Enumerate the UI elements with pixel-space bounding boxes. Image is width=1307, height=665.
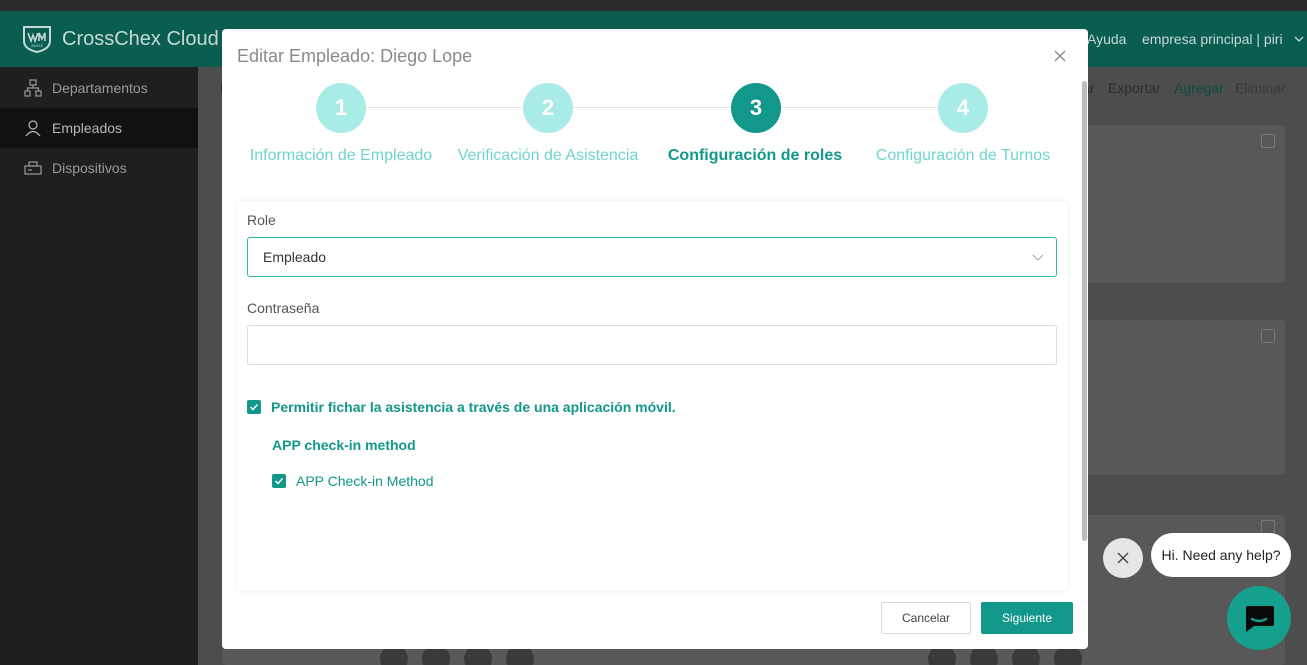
step-1-circle[interactable]: 1 xyxy=(316,83,366,133)
allow-app-checkin-label[interactable]: Permitir fichar la asistencia a través d… xyxy=(271,399,676,415)
sidebar-item-empleados[interactable]: Empleados xyxy=(0,108,198,148)
step-1-label[interactable]: Información de Empleado xyxy=(222,147,461,165)
sidebar-item-label: Departamentos xyxy=(52,80,148,96)
brand-logo-text: ANVIZ xyxy=(31,43,43,48)
card-checkbox[interactable] xyxy=(1261,329,1275,343)
step-2-circle[interactable]: 2 xyxy=(523,83,573,133)
chat-greeting-bubble[interactable]: Hi. Need any help? xyxy=(1151,533,1291,577)
account-menu[interactable]: empresa principal | piri xyxy=(1142,31,1283,47)
allow-app-checkin-checkbox[interactable] xyxy=(247,400,261,414)
sidebar: Departamentos Empleados Dispositivos xyxy=(0,67,198,665)
sidebar-item-label: Empleados xyxy=(52,120,123,136)
step-4-circle[interactable]: 4 xyxy=(938,83,988,133)
window-top-strip xyxy=(0,0,1307,11)
sidebar-item-departamentos[interactable]: Departamentos xyxy=(0,68,198,108)
add-button[interactable]: Agregar xyxy=(1174,80,1224,96)
chevron-down-icon xyxy=(1032,254,1044,261)
sidebar-item-dispositivos[interactable]: Dispositivos xyxy=(0,148,198,188)
chat-dismiss-button[interactable] xyxy=(1103,538,1143,578)
role-select-value: Empleado xyxy=(263,249,327,265)
step-4-label[interactable]: Configuración de Turnos xyxy=(843,147,1083,165)
sidebar-item-label: Dispositivos xyxy=(52,160,127,176)
check-icon xyxy=(249,403,259,411)
role-label: Role xyxy=(247,212,276,228)
step-3-circle[interactable]: 3 xyxy=(731,83,781,133)
next-button[interactable]: Siguiente xyxy=(981,602,1073,634)
delete-button[interactable]: Eliminar xyxy=(1235,80,1286,96)
chevron-down-icon[interactable] xyxy=(1294,34,1304,44)
help-link[interactable]: Ayuda xyxy=(1087,31,1126,47)
step-connector xyxy=(572,107,731,108)
export-button[interactable]: Exportar xyxy=(1108,80,1161,96)
check-icon xyxy=(274,477,284,485)
devices-icon xyxy=(24,161,42,175)
close-icon xyxy=(1117,552,1129,564)
chat-launcher-button[interactable] xyxy=(1227,586,1291,650)
brand-name: CrossChex Cloud xyxy=(62,27,219,50)
card-checkbox[interactable] xyxy=(1261,134,1275,148)
step-connector xyxy=(781,107,938,108)
role-select[interactable]: Empleado xyxy=(247,237,1057,277)
edit-employee-modal: Editar Empleado: Diego Lope 1 2 3 4 Info… xyxy=(222,29,1088,649)
app-checkin-method-checkbox[interactable] xyxy=(272,474,286,488)
chat-icon xyxy=(1246,606,1274,632)
user-icon xyxy=(25,120,41,137)
app-checkin-method-label[interactable]: APP Check-in Method xyxy=(296,473,433,489)
brand[interactable]: ANVIZ CrossChex Cloud xyxy=(22,25,219,53)
anviz-logo-icon: ANVIZ xyxy=(23,26,51,53)
password-field[interactable] xyxy=(247,325,1057,365)
step-3-label[interactable]: Configuración de roles xyxy=(635,147,875,165)
step-connector xyxy=(365,107,522,108)
password-label: Contraseña xyxy=(247,300,320,316)
org-chart-icon xyxy=(24,79,42,97)
app-method-heading: APP check-in method xyxy=(272,437,416,453)
modal-title: Editar Empleado: Diego Lope xyxy=(237,46,473,66)
card-checkbox[interactable] xyxy=(1261,520,1275,534)
close-icon[interactable] xyxy=(1052,48,1068,64)
cancel-button[interactable]: Cancelar xyxy=(881,602,971,634)
step-2-label[interactable]: Verificación de Asistencia xyxy=(428,147,668,165)
role-form: Role Empleado Contraseña Permitir fichar… xyxy=(237,201,1068,591)
